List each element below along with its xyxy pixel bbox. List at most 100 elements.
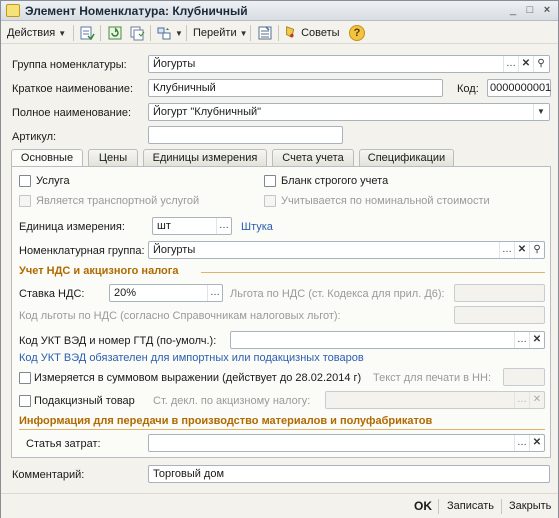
vat-benefit-label: Льгота по НДС (ст. Кодекса для прил. Д6)… bbox=[230, 288, 445, 300]
ok-button[interactable]: OK bbox=[414, 499, 432, 513]
select-button[interactable]: … bbox=[514, 332, 529, 348]
comment-field[interactable]: Торговый дом bbox=[148, 465, 550, 483]
group-field[interactable]: Йогурты … ✕ ⚲ bbox=[148, 55, 550, 73]
maximize-button[interactable]: □ bbox=[523, 4, 537, 17]
clear-icon[interactable]: ✕ bbox=[529, 435, 544, 451]
ukt-note: Код УКТ ВЭД обязателен для импортных или… bbox=[19, 352, 364, 364]
service-label: Услуга bbox=[36, 175, 70, 187]
vat-benefit-code-field[interactable] bbox=[454, 306, 545, 324]
help-icon[interactable]: ? bbox=[349, 25, 365, 41]
clear-icon[interactable]: ✕ bbox=[518, 56, 533, 72]
short-name-value: Клубничный bbox=[153, 82, 216, 94]
print-text-label: Текст для печати в НН: bbox=[373, 372, 491, 384]
nominal-cost-label: Учитывается по номинальной стоимости bbox=[281, 195, 490, 207]
excise-article-label: Ст. декл. по акцизному налогу: bbox=[153, 395, 311, 407]
code-field[interactable]: 0000000001 bbox=[487, 79, 551, 97]
code-value: 0000000001 bbox=[490, 82, 552, 94]
full-name-field[interactable]: Йогурт "Клубничный" ▼ bbox=[148, 103, 550, 121]
group-label: Группа номенклатуры: bbox=[12, 59, 127, 71]
toolbar-divider bbox=[186, 25, 187, 41]
refresh-icon[interactable] bbox=[107, 25, 123, 41]
select-button[interactable]: … bbox=[503, 56, 518, 72]
save-button[interactable]: Записать bbox=[447, 500, 494, 512]
ukt-code-field[interactable]: … ✕ bbox=[230, 331, 545, 349]
advice-icon bbox=[286, 26, 295, 38]
minimize-button[interactable]: _ bbox=[506, 4, 520, 17]
dropdown-arrow-icon: ▼ bbox=[239, 29, 248, 38]
strict-form-checkbox[interactable] bbox=[264, 175, 276, 187]
toolbar-divider bbox=[150, 25, 151, 41]
tab-units[interactable]: Единицы измерения bbox=[143, 149, 267, 167]
toolbar-divider bbox=[278, 25, 279, 41]
section-divider bbox=[201, 272, 545, 273]
nomenclature-group-field[interactable]: Йогурты … ✕ ⚲ bbox=[148, 241, 545, 259]
checklist-icon[interactable] bbox=[257, 25, 273, 41]
window-title: Элемент Номенклатура: Клубничный bbox=[25, 4, 248, 18]
select-button[interactable]: … bbox=[514, 435, 529, 451]
actions-menu-button[interactable]: Действия ▼ bbox=[7, 25, 66, 41]
clear-icon[interactable]: ✕ bbox=[514, 242, 529, 258]
ukt-code-label: Код УКТ ВЭД и номер ГТД (по-умолч.): bbox=[19, 335, 217, 347]
section-divider bbox=[19, 429, 545, 430]
strict-form-label: Бланк строгого учета bbox=[281, 175, 389, 187]
production-section-title: Информация для передачи в производство м… bbox=[19, 415, 433, 427]
group-value: Йогурты bbox=[153, 58, 196, 70]
select-button[interactable]: … bbox=[207, 285, 222, 301]
vat-rate-value: 20% bbox=[114, 287, 137, 299]
cost-item-field[interactable]: … ✕ bbox=[148, 434, 545, 452]
article-label: Артикул: bbox=[12, 131, 57, 143]
goto-label: Перейти bbox=[193, 27, 237, 39]
full-name-label: Полное наименование: bbox=[12, 107, 132, 119]
button-divider bbox=[438, 499, 439, 514]
toolbar: Действия ▼ ▼ Перейти ▼ Советы ? bbox=[1, 22, 558, 44]
title-bar: Элемент Номенклатура: Клубничный _ □ × bbox=[1, 1, 558, 21]
full-name-value: Йогурт "Клубничный" bbox=[153, 106, 262, 118]
vat-benefit-field[interactable] bbox=[454, 284, 545, 302]
advice-button[interactable]: Советы bbox=[284, 25, 340, 41]
structure-icon[interactable] bbox=[156, 25, 172, 41]
search-icon[interactable]: ⚲ bbox=[529, 242, 544, 258]
select-button[interactable]: … bbox=[499, 242, 514, 258]
close-window-button[interactable]: × bbox=[540, 4, 554, 17]
transport-checkbox[interactable] bbox=[19, 195, 31, 207]
close-button[interactable]: Закрыть bbox=[509, 500, 551, 512]
clear-icon[interactable]: ✕ bbox=[529, 332, 544, 348]
vat-section-title: Учет НДС и акцизного налога bbox=[19, 265, 179, 277]
comment-label: Комментарий: bbox=[12, 469, 85, 481]
article-field[interactable] bbox=[148, 126, 343, 144]
tab-specifications[interactable]: Спецификации bbox=[359, 149, 454, 167]
unit-label: Единица измерения: bbox=[19, 221, 125, 233]
post-and-close-icon[interactable] bbox=[79, 25, 95, 41]
tab-prices[interactable]: Цены bbox=[88, 149, 138, 167]
nominal-cost-checkbox[interactable] bbox=[264, 195, 276, 207]
vat-rate-label: Ставка НДС: bbox=[19, 288, 85, 300]
transport-label: Является транспортной услугой bbox=[36, 195, 200, 207]
toolbar-divider bbox=[250, 25, 251, 41]
select-button[interactable]: … bbox=[514, 392, 529, 408]
vat-rate-field[interactable]: 20% … bbox=[109, 284, 223, 302]
item-window: Элемент Номенклатура: Клубничный _ □ × Д… bbox=[0, 0, 559, 518]
sum-measure-checkbox[interactable] bbox=[19, 372, 31, 384]
structure-dropdown-icon[interactable]: ▼ bbox=[175, 26, 183, 42]
select-button[interactable]: … bbox=[216, 218, 231, 234]
search-icon[interactable]: ⚲ bbox=[533, 56, 548, 72]
unit-link[interactable]: Штука bbox=[241, 221, 273, 233]
goto-menu-button[interactable]: Перейти ▼ bbox=[193, 25, 248, 41]
print-text-field[interactable] bbox=[503, 368, 545, 386]
nomenclature-group-value: Йогурты bbox=[153, 244, 196, 256]
bottom-bar: OK Записать Закрыть bbox=[1, 493, 558, 518]
copy-icon[interactable] bbox=[129, 25, 145, 41]
excise-checkbox[interactable] bbox=[19, 395, 31, 407]
excise-label: Подакцизный товар bbox=[34, 395, 135, 407]
vat-benefit-code-label: Код льготы по НДС (согласно Справочникам… bbox=[19, 310, 341, 322]
toolbar-divider bbox=[73, 25, 74, 41]
excise-article-field[interactable]: … ✕ bbox=[325, 391, 545, 409]
button-divider bbox=[501, 499, 502, 514]
dropdown-arrow-icon[interactable]: ▼ bbox=[533, 104, 548, 120]
short-name-field[interactable]: Клубничный bbox=[148, 79, 443, 97]
tab-accounts[interactable]: Счета учета bbox=[272, 149, 354, 167]
sum-measure-label: Измеряется в суммовом выражении (действу… bbox=[34, 372, 362, 384]
service-checkbox[interactable] bbox=[19, 175, 31, 187]
unit-field[interactable]: шт … bbox=[152, 217, 232, 235]
clear-icon[interactable]: ✕ bbox=[529, 392, 544, 408]
